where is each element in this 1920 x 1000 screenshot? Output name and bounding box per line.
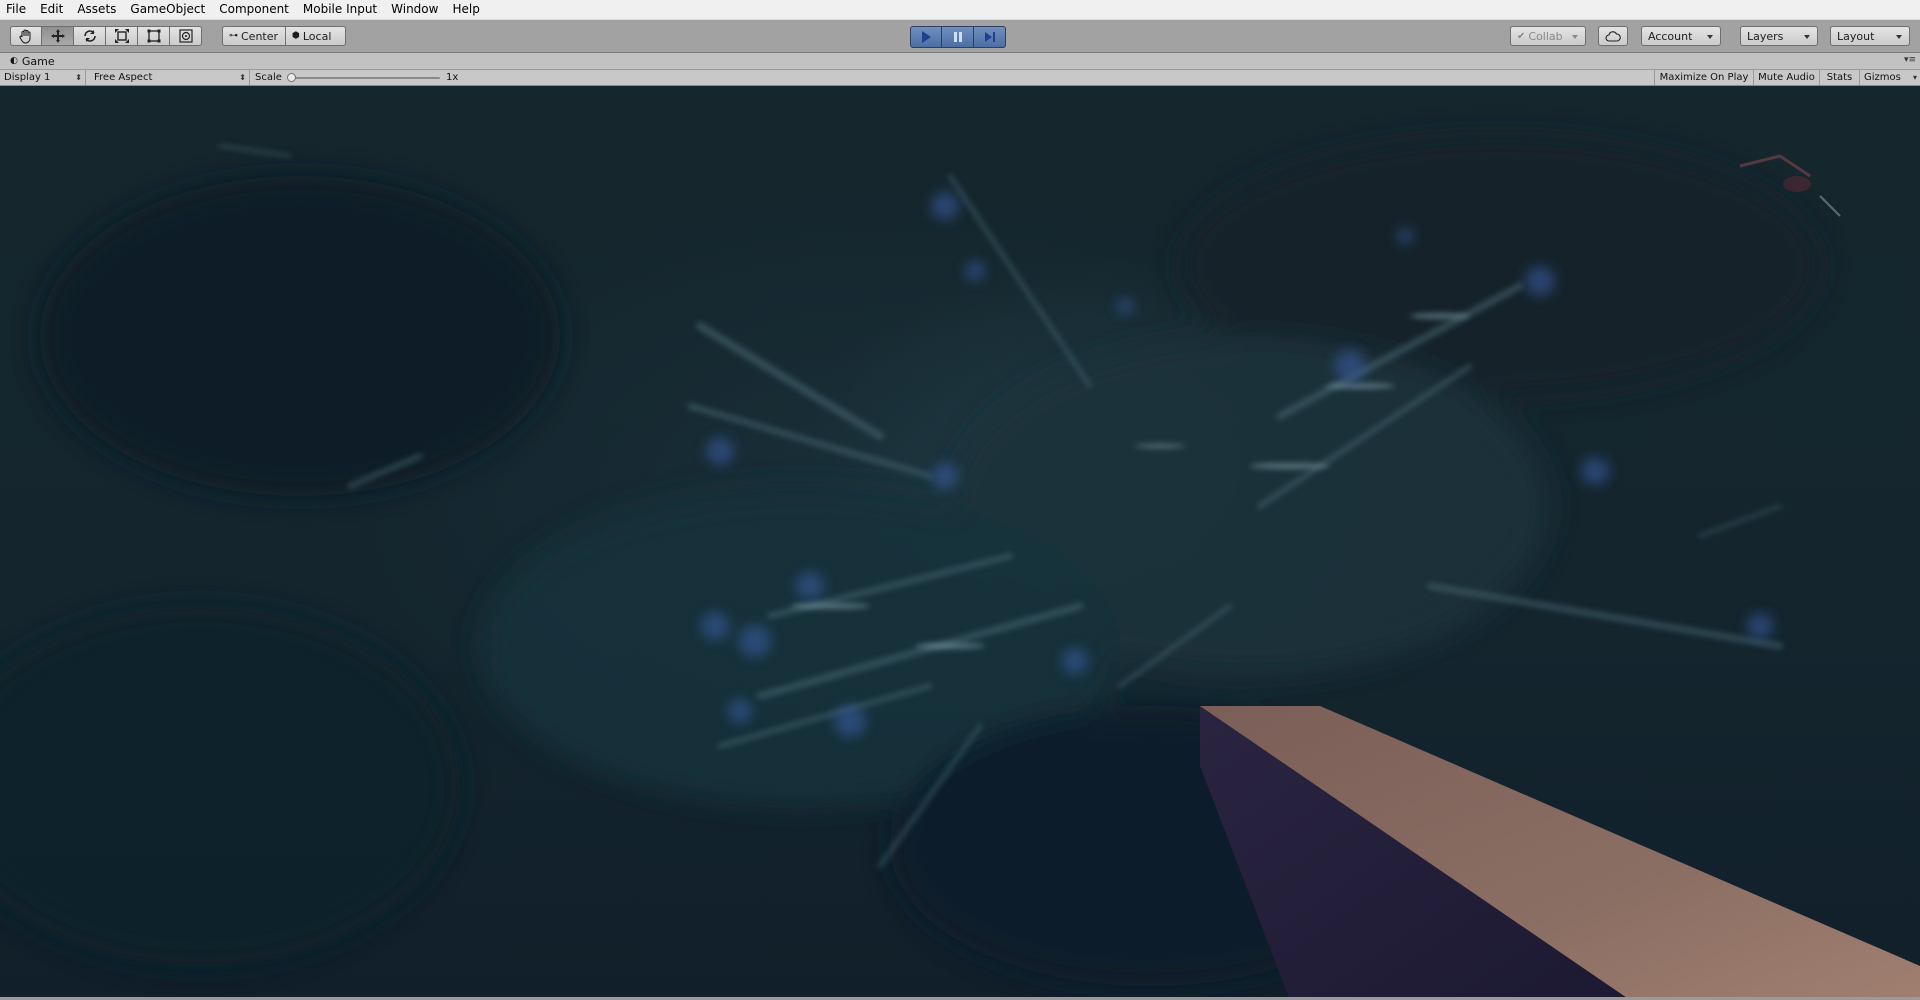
menu-file[interactable]: File <box>0 0 33 19</box>
cloud-icon <box>1605 30 1621 42</box>
pivot-toggles: ⊶ Center ⬢ Local <box>222 26 346 46</box>
aspect-dropdown[interactable]: Free Aspect ⬍ <box>90 70 250 85</box>
check-icon: ✔ <box>1517 30 1526 42</box>
maximize-label: Maximize On Play <box>1659 72 1749 83</box>
layers-label: Layers <box>1747 29 1784 43</box>
game-scene <box>0 136 1920 1000</box>
pivot-local-label: Local <box>302 29 332 43</box>
scale-slider-track[interactable] <box>292 77 440 79</box>
hand-tool-button[interactable] <box>10 26 42 46</box>
pivot-center-label: Center <box>241 29 279 43</box>
tab-game-label: Game <box>21 54 55 68</box>
transform-icon <box>178 29 193 43</box>
chevron-down-icon <box>1804 35 1810 39</box>
menu-window[interactable]: Window <box>384 0 445 19</box>
chevron-down-icon <box>1572 35 1578 39</box>
chevron-down-icon <box>1707 35 1713 39</box>
scale-value: 1x <box>446 72 459 83</box>
menu-bar: File Edit Assets GameObject Component Mo… <box>0 0 1920 20</box>
aspect-label: Free Aspect <box>94 72 153 83</box>
move-tool-button[interactable] <box>42 26 74 46</box>
stats-toggle[interactable]: Stats <box>1820 70 1860 85</box>
gizmos-label: Gizmos <box>1864 72 1901 83</box>
rotate-icon <box>83 30 96 42</box>
hand-icon <box>19 29 31 44</box>
menu-help[interactable]: Help <box>445 0 486 19</box>
cloud-button[interactable] <box>1598 26 1628 46</box>
gizmos-dropdown[interactable]: Gizmos ▾ <box>1860 70 1920 85</box>
display-label: Display 1 <box>4 72 51 83</box>
menu-assets[interactable]: Assets <box>70 0 123 19</box>
pause-icon <box>953 32 962 42</box>
account-dropdown[interactable]: Account <box>1641 26 1721 46</box>
mute-label: Mute Audio <box>1758 72 1815 83</box>
held-plank <box>1200 706 1920 1000</box>
layout-dropdown[interactable]: Layout <box>1830 26 1910 46</box>
account-label: Account <box>1648 29 1693 43</box>
rect-icon <box>147 29 160 43</box>
game-viewport[interactable] <box>0 86 1920 1000</box>
chevron-down-icon <box>1896 35 1902 39</box>
game-view-icon: ◐ <box>10 56 18 66</box>
pivot-center-icon: ⊶ <box>229 31 238 41</box>
maximize-on-play-toggle[interactable]: Maximize On Play <box>1654 70 1754 85</box>
scale-slider-thumb[interactable] <box>287 73 296 82</box>
scale-icon <box>114 29 129 43</box>
step-button[interactable] <box>974 26 1006 48</box>
mute-audio-toggle[interactable]: Mute Audio <box>1754 70 1820 85</box>
stats-label: Stats <box>1826 72 1853 83</box>
menu-gameobject[interactable]: GameObject <box>123 0 212 19</box>
layers-dropdown[interactable]: Layers <box>1740 26 1818 46</box>
transform-tools <box>10 26 202 46</box>
tab-game[interactable]: ◐ Game <box>4 53 65 69</box>
play-icon <box>922 31 931 43</box>
main-toolbar: ⊶ Center ⬢ Local ✔ Collab Account Layers <box>0 20 1920 53</box>
tab-menu-icon[interactable]: ▾≡ <box>1904 55 1916 65</box>
transform-tool-button[interactable] <box>170 26 202 46</box>
play-button[interactable] <box>910 26 942 48</box>
updown-arrows-icon: ⬍ <box>75 73 82 82</box>
updown-arrows-icon: ⬍ <box>239 73 246 82</box>
rotate-tool-button[interactable] <box>74 26 106 46</box>
move-icon <box>50 29 65 43</box>
chevron-down-icon: ▾ <box>1912 73 1917 82</box>
panel-tab-bar: ◐ Game ▾≡ <box>0 53 1920 70</box>
rect-tool-button[interactable] <box>138 26 170 46</box>
scale-label: Scale <box>255 72 282 83</box>
display-dropdown[interactable]: Display 1 ⬍ <box>0 70 86 85</box>
playmode-controls <box>910 26 1006 48</box>
pause-button[interactable] <box>942 26 974 48</box>
game-view-toolbar: Display 1 ⬍ Free Aspect ⬍ Scale 1x Maxim… <box>0 70 1920 86</box>
collab-dropdown[interactable]: ✔ Collab <box>1510 26 1586 46</box>
step-icon <box>984 32 995 42</box>
pivot-center-button[interactable]: ⊶ Center <box>222 26 286 46</box>
menu-edit[interactable]: Edit <box>33 0 70 19</box>
pivot-local-button[interactable]: ⬢ Local <box>286 26 346 46</box>
collab-label: Collab <box>1528 29 1563 43</box>
pivot-local-icon: ⬢ <box>292 31 300 41</box>
scale-tool-button[interactable] <box>106 26 138 46</box>
menu-mobile-input[interactable]: Mobile Input <box>296 0 384 19</box>
layout-label: Layout <box>1837 29 1875 43</box>
menu-component[interactable]: Component <box>212 0 296 19</box>
